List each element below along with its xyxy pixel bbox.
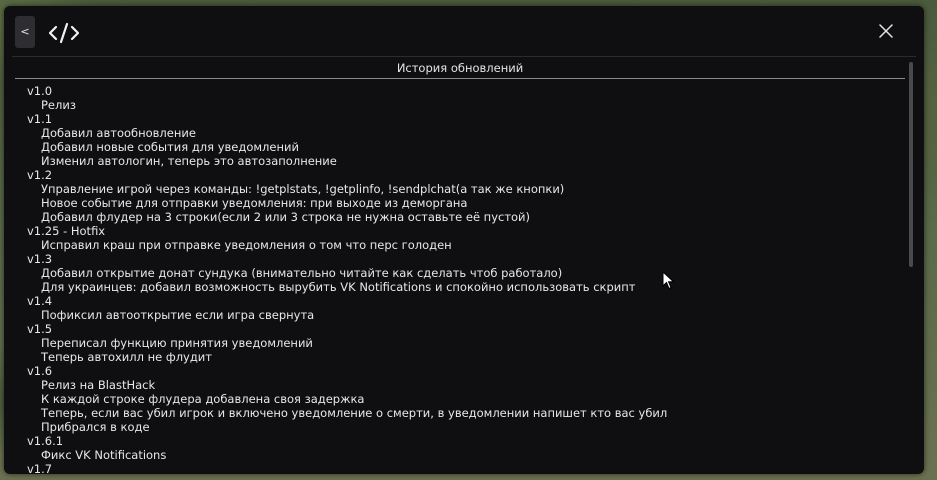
change-entry: Новое событие для отправки уведомления: …: [41, 196, 468, 210]
change-entry: Добавил новые события для уведомлений: [41, 140, 299, 154]
window-titlebar: <: [4, 6, 924, 56]
change-entry: Теперь, если вас убил игрок и включено у…: [41, 406, 668, 420]
version-heading: v1.6.1: [27, 434, 64, 448]
change-entry: Пофиксил автооткрытие если игра свернута: [41, 308, 315, 322]
change-entry: Прибрался в коде: [41, 420, 150, 434]
titlebar-divider: [12, 56, 916, 57]
version-heading: v1.7: [27, 462, 53, 474]
version-heading: v1.5: [27, 322, 53, 336]
scrollbar-track[interactable]: [908, 62, 914, 472]
version-heading: v1.4: [27, 294, 53, 308]
change-entry: Добавил автообновление: [41, 126, 196, 140]
close-icon[interactable]: [878, 23, 894, 39]
change-entry: Релиз на BlastHack: [41, 378, 156, 392]
change-entry: Управление игрой через команды: !getplst…: [41, 182, 565, 196]
updates-window: < История обновлений v1.0 Релиз v1.1 Добави…: [4, 6, 924, 474]
section-title: История обновлений: [396, 61, 524, 75]
change-entry: Переписал функцию принятия уведомлений: [41, 336, 313, 350]
version-heading: v1.2: [27, 168, 53, 182]
change-entry: Добавил флудер на 3 строки(если 2 или 3 …: [41, 210, 531, 224]
change-entry: Фикс VK Notifications: [41, 448, 167, 462]
version-heading: v1.1: [27, 112, 53, 126]
version-heading: v1.6: [27, 364, 53, 378]
back-button[interactable]: <: [15, 16, 35, 48]
change-entry: К каждой строке флудера добавлена своя з…: [41, 392, 365, 406]
change-entry: Теперь автохилл не флудит: [41, 350, 212, 364]
code-brackets-icon: [48, 22, 80, 44]
changelog-panel[interactable]: История обновлений v1.0 Релиз v1.1 Добавил …: [12, 58, 908, 474]
changelog-list: v1.0 Релиз v1.1 Добавил автообновление Добав…: [12, 79, 908, 474]
change-entry: Исправил краш при отправке уведомления о…: [41, 238, 452, 252]
change-entry: Релиз: [41, 98, 76, 112]
version-heading: v1.25 - Hotfix: [27, 224, 106, 238]
scrollbar-thumb[interactable]: [909, 62, 913, 267]
version-heading: v1.3: [27, 252, 53, 266]
mouse-cursor-icon: [662, 271, 675, 290]
change-entry: Для украинцев: добавил возможность выруб…: [41, 280, 636, 294]
version-heading: v1.0: [27, 84, 53, 98]
change-entry: Добавил открытие донат сундука (внимател…: [41, 266, 563, 280]
change-entry: Изменил автологин, теперь это автозаполн…: [41, 154, 337, 168]
